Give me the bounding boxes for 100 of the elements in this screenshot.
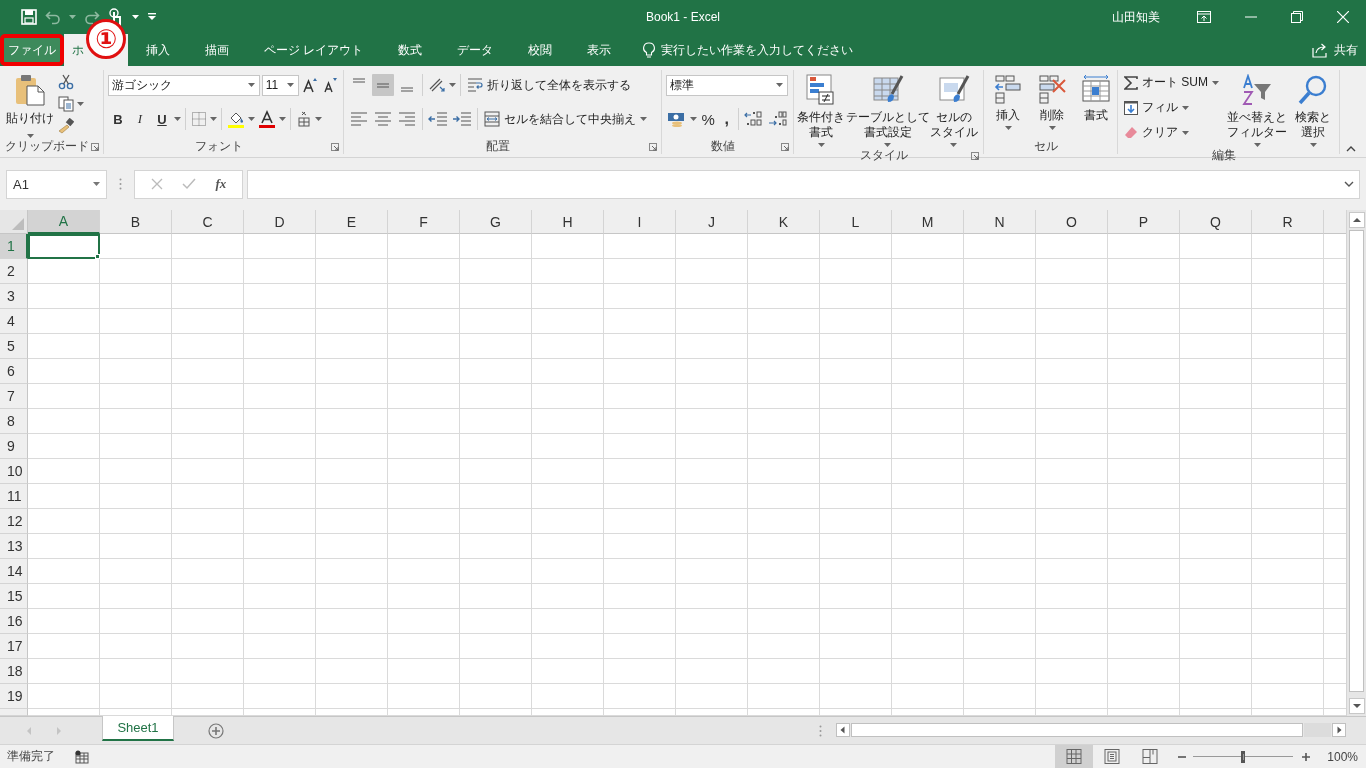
increase-indent-icon[interactable] bbox=[452, 111, 472, 127]
sheet-cell[interactable] bbox=[1036, 559, 1108, 584]
sheet-cell[interactable] bbox=[604, 234, 676, 259]
fill-button[interactable]: フィル bbox=[1122, 97, 1224, 118]
sheet-cell[interactable] bbox=[1180, 334, 1252, 359]
sheet-cell[interactable] bbox=[1252, 334, 1324, 359]
sheet-cell[interactable] bbox=[604, 484, 676, 509]
sheet-cell[interactable] bbox=[1180, 509, 1252, 534]
sheet-cell[interactable] bbox=[532, 609, 604, 634]
sheet-cell[interactable] bbox=[460, 359, 532, 384]
sheet-cell[interactable] bbox=[676, 484, 748, 509]
sheet-cell[interactable] bbox=[172, 509, 244, 534]
sheet-cell[interactable] bbox=[388, 484, 460, 509]
next-sheet-icon[interactable] bbox=[56, 727, 62, 735]
ribbon-display-icon[interactable] bbox=[1197, 11, 1211, 23]
sheet-cell[interactable] bbox=[1108, 434, 1180, 459]
caret-icon[interactable] bbox=[1004, 126, 1012, 130]
sheet-cell[interactable] bbox=[388, 334, 460, 359]
sheet-cell[interactable] bbox=[460, 609, 532, 634]
sheet-cell[interactable] bbox=[28, 434, 100, 459]
comma-style-button[interactable]: , bbox=[719, 108, 735, 130]
sheet-cell[interactable] bbox=[676, 359, 748, 384]
sheet-cell[interactable] bbox=[532, 384, 604, 409]
scrollbar-thumb[interactable] bbox=[851, 723, 1303, 737]
cancel-icon[interactable] bbox=[150, 178, 163, 190]
sheet-cell[interactable] bbox=[1036, 484, 1108, 509]
sheet-cell[interactable] bbox=[676, 534, 748, 559]
dialog-launcher-icon[interactable] bbox=[971, 152, 979, 160]
copy-icon[interactable] bbox=[58, 96, 74, 112]
active-cell[interactable] bbox=[28, 234, 100, 259]
sheet-cell[interactable] bbox=[1252, 609, 1324, 634]
row-header[interactable]: 9 bbox=[0, 434, 28, 459]
sheet-cell[interactable] bbox=[460, 484, 532, 509]
sheet-cell[interactable] bbox=[244, 409, 316, 434]
sheet-cell[interactable] bbox=[172, 659, 244, 684]
sheet-cell[interactable] bbox=[28, 634, 100, 659]
sheet-cell[interactable] bbox=[892, 434, 964, 459]
font-size-dropdown[interactable]: 11 bbox=[261, 74, 299, 96]
sheet-cell[interactable] bbox=[748, 684, 820, 709]
sheet-cell[interactable] bbox=[820, 334, 892, 359]
sheet-cell[interactable] bbox=[1108, 684, 1180, 709]
sheet-cell[interactable] bbox=[244, 234, 316, 259]
row-header[interactable]: 13 bbox=[0, 534, 28, 559]
dialog-launcher-icon[interactable] bbox=[331, 143, 339, 151]
sheet-cell[interactable] bbox=[820, 484, 892, 509]
sheet-cell[interactable] bbox=[604, 534, 676, 559]
caret-icon[interactable] bbox=[26, 134, 34, 138]
sheet-cell[interactable] bbox=[892, 334, 964, 359]
sheet-cell[interactable] bbox=[100, 609, 172, 634]
sheet-cell[interactable] bbox=[1180, 459, 1252, 484]
ribbon-tab[interactable]: 挿入 bbox=[129, 34, 187, 66]
sheet-cell[interactable] bbox=[1252, 534, 1324, 559]
sheet-cell[interactable] bbox=[172, 409, 244, 434]
sheet-cell[interactable] bbox=[172, 684, 244, 709]
sheet-cell[interactable] bbox=[676, 659, 748, 684]
sheet-cell[interactable] bbox=[820, 359, 892, 384]
sheet-cell[interactable] bbox=[28, 609, 100, 634]
sheet-cell[interactable] bbox=[388, 309, 460, 334]
sheet-cell[interactable] bbox=[964, 309, 1036, 334]
sheet-cell[interactable] bbox=[1108, 634, 1180, 659]
caret-icon[interactable] bbox=[248, 117, 255, 121]
sheet-cell[interactable] bbox=[100, 634, 172, 659]
sheet-cell[interactable] bbox=[1108, 659, 1180, 684]
row-header[interactable]: 18 bbox=[0, 659, 28, 684]
sheet-cell[interactable] bbox=[1036, 684, 1108, 709]
sheet-cell[interactable] bbox=[28, 584, 100, 609]
sheet-cell[interactable] bbox=[964, 534, 1036, 559]
dialog-launcher-icon[interactable] bbox=[91, 143, 99, 151]
cell-styles-button[interactable]: セルの スタイル bbox=[930, 72, 977, 147]
sheet-cell[interactable] bbox=[172, 234, 244, 259]
sheet-cell[interactable] bbox=[964, 609, 1036, 634]
sheet-cell[interactable] bbox=[100, 284, 172, 309]
sheet-cell[interactable] bbox=[820, 259, 892, 284]
column-header[interactable]: G bbox=[460, 210, 532, 234]
sheet-cell[interactable] bbox=[964, 234, 1036, 259]
caret-icon[interactable] bbox=[449, 83, 456, 87]
sheet-cell[interactable] bbox=[460, 659, 532, 684]
grow-font-icon[interactable] bbox=[302, 77, 318, 93]
sheet-cell[interactable] bbox=[1180, 484, 1252, 509]
sheet-cell[interactable] bbox=[1252, 634, 1324, 659]
middle-align-icon[interactable] bbox=[372, 74, 394, 96]
sheet-cell[interactable] bbox=[964, 584, 1036, 609]
sheet-cell[interactable] bbox=[1180, 684, 1252, 709]
ribbon-tab[interactable]: 校閲 bbox=[511, 34, 570, 66]
sheet-cell[interactable] bbox=[532, 334, 604, 359]
sheet-cell[interactable] bbox=[28, 659, 100, 684]
sheet-cell[interactable] bbox=[1108, 559, 1180, 584]
sheet-cell[interactable] bbox=[892, 584, 964, 609]
sheet-cell[interactable] bbox=[604, 334, 676, 359]
column-header[interactable]: I bbox=[604, 210, 676, 234]
sheet-cell[interactable] bbox=[172, 634, 244, 659]
sheet-cell[interactable] bbox=[244, 584, 316, 609]
sheet-cell[interactable] bbox=[964, 284, 1036, 309]
sheet-cell[interactable] bbox=[1180, 234, 1252, 259]
sheet-cell[interactable] bbox=[100, 659, 172, 684]
sheet-cell[interactable] bbox=[460, 459, 532, 484]
sheet-cell[interactable] bbox=[820, 559, 892, 584]
sheet-cell[interactable] bbox=[676, 334, 748, 359]
sheet-cell[interactable] bbox=[748, 309, 820, 334]
sheet-cell[interactable] bbox=[244, 659, 316, 684]
